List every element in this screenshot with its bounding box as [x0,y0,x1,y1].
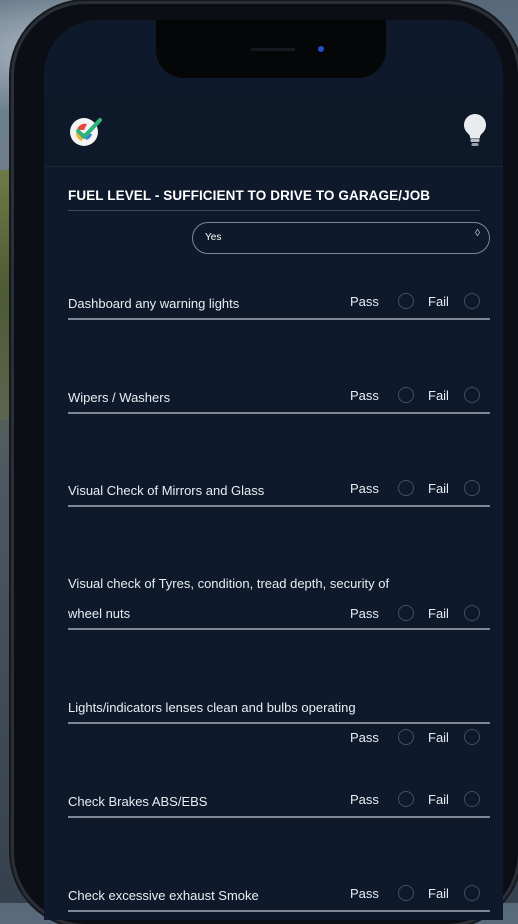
fail-radio[interactable] [464,791,480,807]
section-divider [68,210,480,211]
item-label: Wipers / Washers [68,390,171,405]
item-divider [68,722,490,724]
item-label: Check excessive exhaust Smoke [68,888,259,903]
select-value: Yes [205,232,222,243]
fuel-level-select[interactable]: Yes ◊ [192,222,490,254]
pass-radio[interactable] [398,387,414,403]
checkmark-palette-logo-icon[interactable] [68,114,102,148]
fail-label: Fail [428,294,449,309]
fail-label: Fail [428,481,449,496]
phone-notch [156,20,386,78]
pass-label: Pass [350,886,379,901]
item-divider [68,816,490,818]
pass-label: Pass [350,388,379,403]
item-label: Dashboard any warning lights [68,296,240,311]
fail-radio[interactable] [464,480,480,496]
fail-radio[interactable] [464,387,480,403]
pass-label: Pass [350,606,379,621]
item-divider [68,505,490,507]
pass-fail-group: Pass Fail [350,386,490,406]
item-label: Check Brakes ABS/EBS [68,794,208,809]
phone-screen: FUEL LEVEL - SUFFICIENT TO DRIVE TO GARA… [44,20,503,920]
item-divider [68,910,490,912]
fail-radio[interactable] [464,729,480,745]
pass-fail-group: Pass Fail [350,884,490,904]
checklist-item-dashboard: Dashboard any warning lights Pass Fail [68,280,490,320]
fail-label: Fail [428,792,449,807]
pass-radio[interactable] [398,791,414,807]
pass-fail-group: Pass Fail [350,479,490,499]
checklist-item-brakes: Check Brakes ABS/EBS Pass Fail [68,778,490,818]
fail-label: Fail [428,388,449,403]
checklist-item-mirrors: Visual Check of Mirrors and Glass Pass F… [68,467,490,507]
pass-radio[interactable] [398,605,414,621]
item-label: Lights/indicators lenses clean and bulbs… [68,700,356,715]
inspection-form: FUEL LEVEL - SUFFICIENT TO DRIVE TO GARA… [44,168,503,920]
pass-fail-group: Pass Fail [350,728,490,748]
chevron-up-down-icon: ◊ [475,228,480,239]
fail-label: Fail [428,730,449,745]
pass-radio[interactable] [398,480,414,496]
checklist-item-lights: Lights/indicators lenses clean and bulbs… [68,684,490,748]
app-header [44,94,503,167]
pass-fail-group: Pass Fail [350,604,490,624]
pass-radio[interactable] [398,729,414,745]
speaker-grille [251,48,295,51]
checklist-item-exhaust: Check excessive exhaust Smoke Pass Fail [68,872,490,912]
pass-label: Pass [350,294,379,309]
lightbulb-icon[interactable] [462,112,488,148]
fail-radio[interactable] [464,605,480,621]
item-label-line1: Visual check of Tyres, condition, tread … [68,576,390,591]
camera-sensor [318,46,324,52]
pass-radio[interactable] [398,885,414,901]
checklist-item-tyres: Visual check of Tyres, condition, tread … [68,560,490,630]
phone-frame: FUEL LEVEL - SUFFICIENT TO DRIVE TO GARA… [14,4,518,924]
pass-label: Pass [350,792,379,807]
item-label: Visual Check of Mirrors and Glass [68,483,265,498]
item-label-line2: wheel nuts [68,606,131,621]
checklist-item-wipers: Wipers / Washers Pass Fail [68,374,490,414]
pass-fail-group: Pass Fail [350,790,490,810]
pass-label: Pass [350,481,379,496]
fail-radio[interactable] [464,885,480,901]
fail-radio[interactable] [464,293,480,309]
pass-label: Pass [350,730,379,745]
item-divider [68,628,490,630]
item-divider [68,412,490,414]
fail-label: Fail [428,886,449,901]
fail-label: Fail [428,606,449,621]
item-divider [68,318,490,320]
pass-radio[interactable] [398,293,414,309]
section-title: FUEL LEVEL - SUFFICIENT TO DRIVE TO GARA… [68,188,431,203]
pass-fail-group: Pass Fail [350,292,490,312]
